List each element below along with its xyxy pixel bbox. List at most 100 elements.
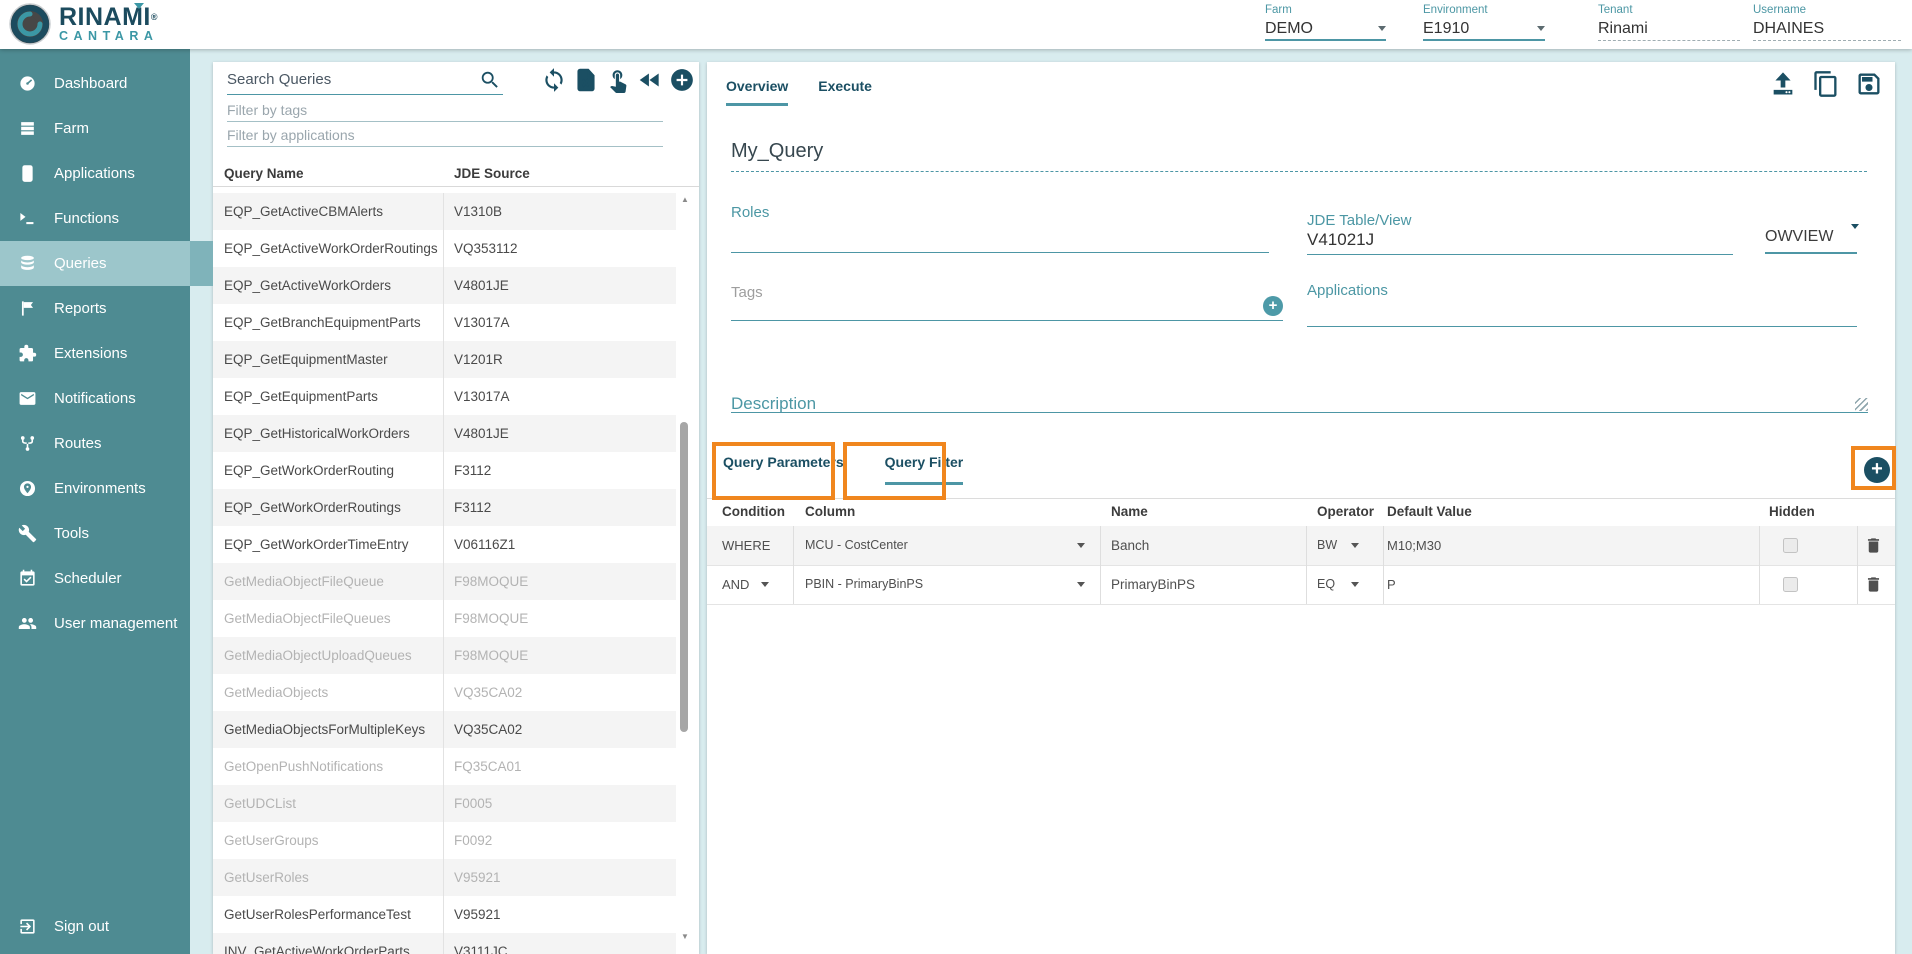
refresh-icon[interactable] [541, 67, 567, 93]
sidebar-item-tools[interactable]: Tools [0, 511, 190, 556]
sidebar-item-scheduler[interactable]: Scheduler [0, 556, 190, 601]
tab-execute[interactable]: Execute [818, 78, 872, 106]
query-list-row[interactable]: EQP_GetEquipmentMasterV1201R [213, 341, 676, 378]
jde-table-view-input[interactable] [1307, 230, 1727, 250]
column-select[interactable]: MCU - CostCenter [805, 526, 908, 565]
sidebar-item-functions[interactable]: Functions [0, 196, 190, 241]
copy-icon[interactable] [1812, 70, 1840, 98]
sidebar-item-applications[interactable]: Applications [0, 151, 190, 196]
add-filter-row-icon[interactable]: + [1864, 457, 1890, 483]
excel-export-icon[interactable] [573, 67, 599, 93]
add-query-icon[interactable] [669, 67, 695, 93]
query-name-field[interactable]: My_Query [731, 140, 823, 163]
query-list-row[interactable]: EQP_GetBranchEquipmentPartsV13017A [213, 304, 676, 341]
operator-select[interactable]: BW [1317, 526, 1337, 565]
operator-select[interactable]: EQ [1317, 565, 1335, 604]
tags-underline [731, 320, 1283, 321]
cell-divider [1100, 526, 1101, 604]
description-resize-handle[interactable] [1855, 398, 1868, 411]
delete-row-icon[interactable] [1864, 536, 1883, 555]
query-list-row[interactable]: EQP_GetWorkOrderTimeEntryV06116Z1 [213, 526, 676, 563]
add-tag-icon[interactable]: + [1263, 296, 1283, 316]
sidebar-item-environments[interactable]: Environments [0, 466, 190, 511]
query-list-row[interactable]: GetMediaObjectFileQueuesF98MOQUE [213, 600, 676, 637]
condition-cell[interactable]: AND [722, 565, 749, 604]
sidebar-item-routes[interactable]: Routes [0, 421, 190, 466]
sidebar-item-queries[interactable]: Queries [0, 241, 190, 286]
sidebar-item-farm[interactable]: Farm [0, 106, 190, 151]
query-list-row[interactable]: GetUserRolesV95921 [213, 859, 676, 896]
query-name-cell: EQP_GetWorkOrderRouting [224, 452, 394, 489]
scrollbar-thumb[interactable] [680, 422, 688, 732]
query-detail-panel: OverviewExecute My_Query Roles JDE Table… [707, 62, 1895, 954]
app-root: { "app": { "brand_line1": "RINAMI", "bra… [0, 0, 1912, 954]
upload-icon[interactable] [1769, 70, 1797, 98]
delete-row-icon[interactable] [1864, 575, 1883, 594]
query-list-row[interactable]: GetMediaObjectFileQueueF98MOQUE [213, 563, 676, 600]
default-value-cell[interactable]: P [1387, 565, 1396, 604]
name-cell[interactable]: PrimaryBinPS [1111, 565, 1195, 604]
rewind-icon[interactable] [637, 67, 663, 93]
sidebar-item-extensions[interactable]: Extensions [0, 331, 190, 376]
search-input[interactable] [227, 66, 475, 92]
query-list-row[interactable]: EQP_GetActiveWorkOrdersV4801JE [213, 267, 676, 304]
tenant-field[interactable]: TenantRinami [1598, 4, 1740, 41]
scroll-up-arrow[interactable]: ▲ [679, 195, 691, 204]
filter-by-tags-input[interactable] [227, 98, 663, 122]
query-list-row[interactable]: GetOpenPushNotificationsFQ35CA01 [213, 748, 676, 785]
touch-select-icon[interactable] [605, 67, 631, 93]
tenant-value-row[interactable]: Rinami [1598, 18, 1740, 41]
query-list-row[interactable]: EQP_GetActiveWorkOrderRoutingsVQ353112 [213, 230, 676, 267]
sidebar-item-reports[interactable]: Reports [0, 286, 190, 331]
query-list-row[interactable]: EQP_GetHistoricalWorkOrdersV4801JE [213, 415, 676, 452]
tags-placeholder[interactable]: Tags [731, 284, 763, 301]
query-list-row[interactable]: GetMediaObjectUploadQueuesF98MOQUE [213, 637, 676, 674]
query-list-row[interactable]: GetMediaObjectsForMultipleKeysVQ35CA02 [213, 711, 676, 748]
query-name-cell: EQP_GetBranchEquipmentParts [224, 304, 421, 341]
filter-column-header-name: Name [1111, 504, 1148, 519]
filter-by-applications-input[interactable] [227, 123, 663, 147]
sidebar-item-user-management[interactable]: User management [0, 601, 190, 646]
tab-overview[interactable]: Overview [726, 78, 788, 106]
sidebar-item-dashboard[interactable]: Dashboard [0, 61, 190, 106]
farm-field[interactable]: FarmDEMO [1265, 4, 1386, 41]
column-select[interactable]: PBIN - PrimaryBinPS [805, 565, 923, 604]
query-list-row[interactable]: EQP_GetActiveCBMAlertsV1310B [213, 193, 676, 230]
search-icon[interactable] [479, 69, 501, 91]
hidden-checkbox[interactable] [1783, 577, 1798, 592]
sidebar-item-sign-out[interactable]: Sign out [0, 904, 190, 949]
roles-input[interactable] [731, 222, 1261, 242]
jde-source-cell: V95921 [454, 896, 501, 933]
description-label: Description [731, 394, 816, 414]
subtab-query-parameters[interactable]: Query Parameters [723, 454, 844, 485]
query-list-row[interactable]: GetUserRolesPerformanceTestV95921 [213, 896, 676, 933]
environment-value-row[interactable]: E1910 [1423, 18, 1545, 41]
query-list-row[interactable]: EQP_GetWorkOrderRoutingF3112 [213, 452, 676, 489]
notifications-icon [18, 389, 37, 408]
query-list-row[interactable]: EQP_GetWorkOrderRoutingsF3112 [213, 489, 676, 526]
query-list-row[interactable]: GetMediaObjectsVQ35CA02 [213, 674, 676, 711]
reports-icon [18, 299, 37, 318]
query-list-row[interactable]: EQP_GetEquipmentPartsV13017A [213, 378, 676, 415]
sidebar-item-notifications[interactable]: Notifications [0, 376, 190, 421]
filter-column-header-operator: Operator [1317, 504, 1374, 519]
sidebar-item-label: Applications [54, 165, 135, 182]
farm-value-row[interactable]: DEMO [1265, 18, 1386, 41]
sidebar-item-label: Notifications [54, 390, 136, 407]
query-list-row[interactable]: GetUDCListF0005 [213, 785, 676, 822]
environment-field[interactable]: EnvironmentE1910 [1423, 4, 1545, 41]
save-icon[interactable] [1855, 70, 1883, 98]
name-cell[interactable]: Banch [1111, 526, 1149, 565]
query-list-row[interactable]: INV_GetActiveWorkOrderPartsV3111JC [213, 933, 676, 954]
filter-column-header-hidden: Hidden [1769, 504, 1815, 519]
hidden-checkbox[interactable] [1783, 538, 1798, 553]
filter-column-header-condition: Condition [722, 504, 785, 519]
jde-table-type-select[interactable]: OWVIEW [1765, 228, 1857, 254]
query-name-cell: EQP_GetWorkOrderTimeEntry [224, 526, 409, 563]
username-field[interactable]: UsernameDHAINES [1753, 4, 1901, 41]
scroll-down-arrow[interactable]: ▼ [679, 932, 691, 941]
query-list-row[interactable]: GetUserGroupsF0092 [213, 822, 676, 859]
default-value-cell[interactable]: M10;M30 [1387, 526, 1441, 565]
subtab-query-filter[interactable]: Query Filter [885, 454, 964, 485]
username-value-row[interactable]: DHAINES [1753, 18, 1901, 41]
